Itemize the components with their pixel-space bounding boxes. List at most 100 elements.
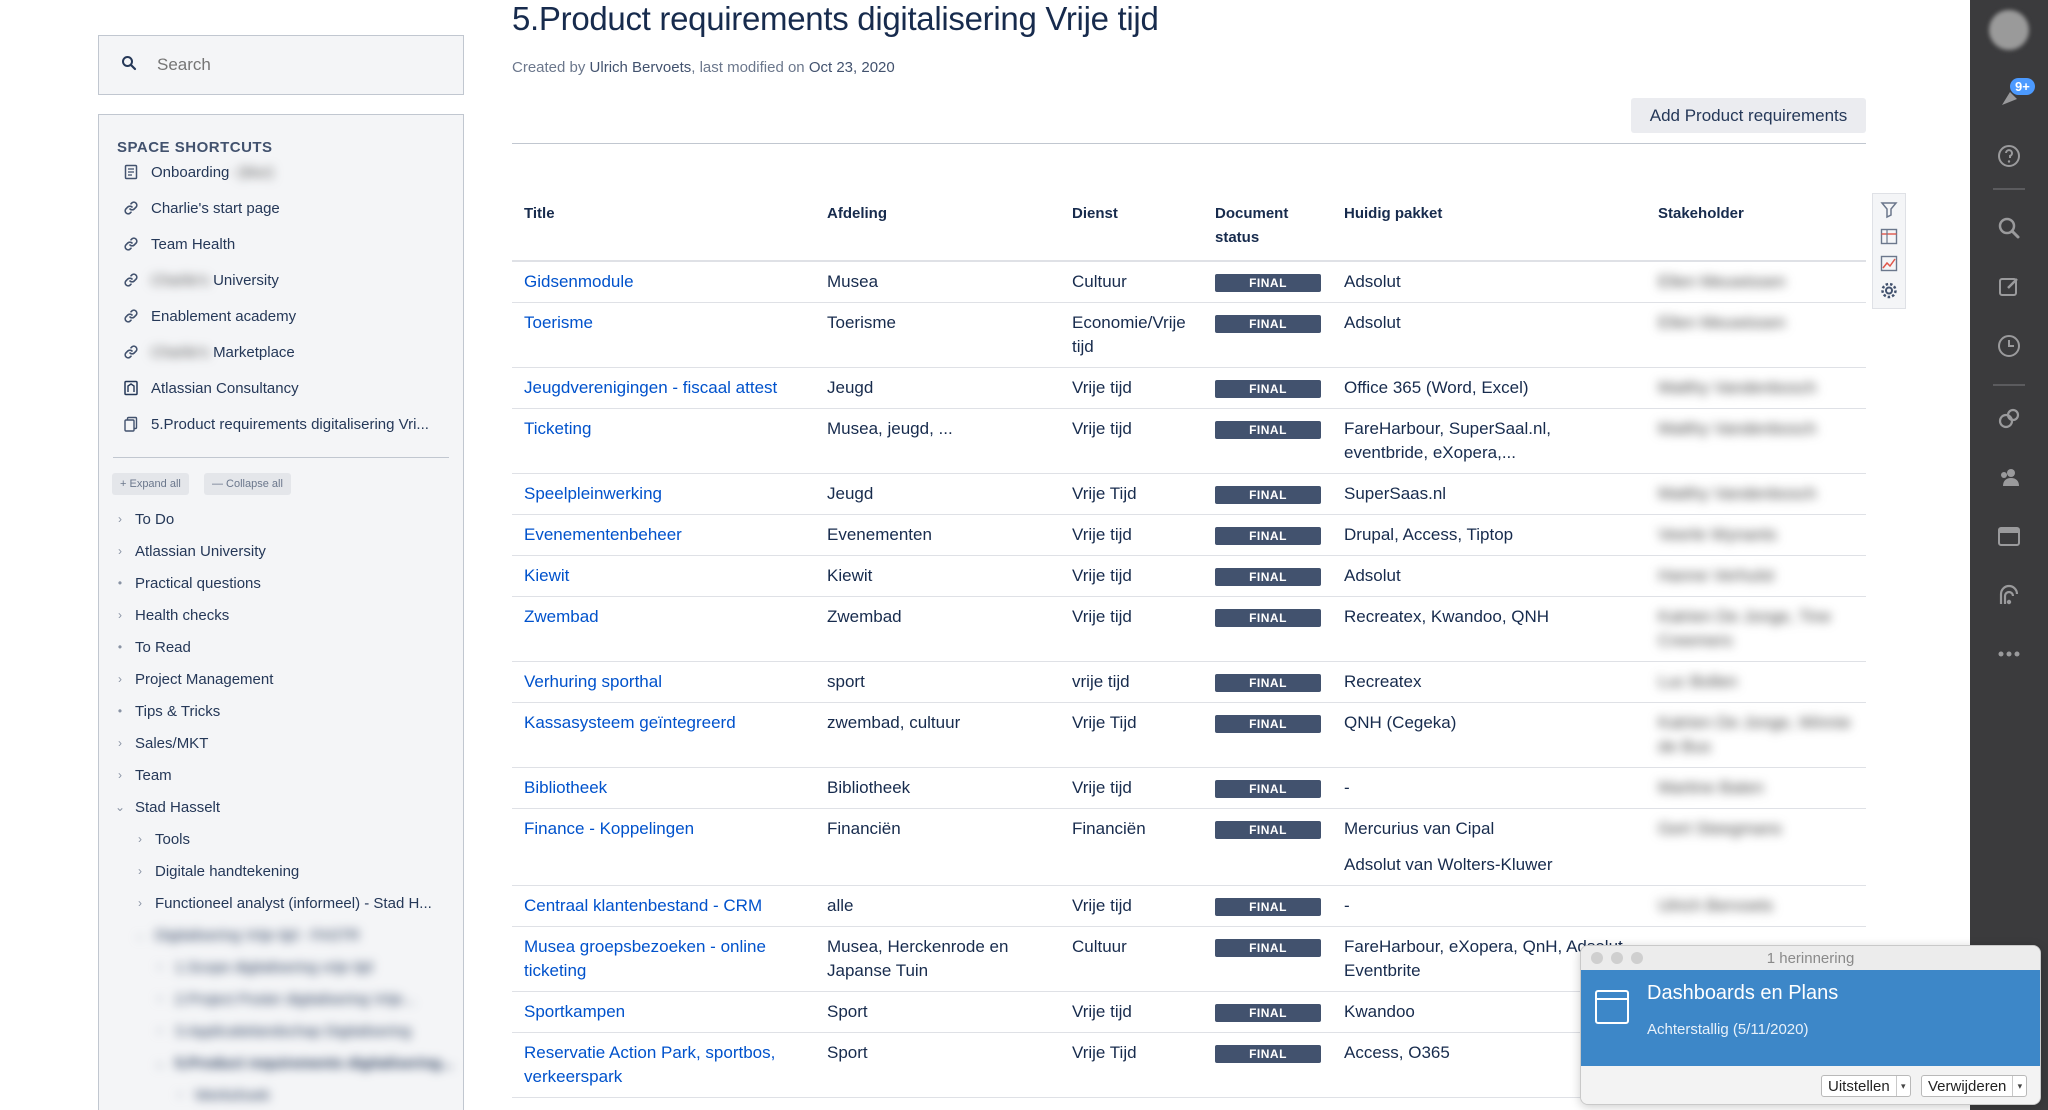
column-header-afdeling[interactable]: Afdeling bbox=[815, 188, 1060, 262]
table-settings-icon[interactable] bbox=[1879, 227, 1899, 246]
search-input[interactable] bbox=[157, 55, 437, 75]
tree-item-to-do[interactable]: › To Do bbox=[113, 506, 174, 532]
create-icon[interactable] bbox=[1993, 270, 2025, 302]
table-row: Centraal klantenbestand - CRM alle Vrije t… bbox=[512, 885, 1866, 927]
calendar-icon[interactable] bbox=[1993, 520, 2025, 552]
tree-item-project-management[interactable]: › Project Management bbox=[113, 666, 273, 692]
help-icon[interactable] bbox=[1993, 140, 2025, 172]
chevron-right-icon[interactable]: › bbox=[113, 736, 127, 750]
chevron-down-icon[interactable]: ▾ bbox=[2012, 1076, 2026, 1096]
tree-item-project-poster[interactable]: • 2.Project Poster digitalisering Vrije..… bbox=[153, 986, 416, 1012]
people-icon[interactable] bbox=[1993, 462, 2025, 494]
page-link[interactable]: Musea groepsbezoeken - online ticketing bbox=[524, 937, 766, 980]
chevron-right-icon[interactable]: › bbox=[113, 544, 127, 558]
page-link[interactable]: Reservatie Action Park, sportbos, verkee… bbox=[524, 1043, 775, 1086]
table-row: Gidsenmodule Musea Cultuur FINAL Adsolut Elle… bbox=[512, 261, 1866, 303]
column-header-huidig-pakket[interactable]: Huidig pakket bbox=[1332, 188, 1646, 262]
chevron-down-icon[interactable]: ▾ bbox=[1895, 1076, 1910, 1096]
chevron-down-icon[interactable]: ⌄ bbox=[113, 800, 127, 814]
snooze-button[interactable]: Uitstellen ▾ bbox=[1821, 1075, 1911, 1097]
tree-item-practical-questions[interactable]: • Practical questions bbox=[113, 570, 261, 596]
shortcut-product-requirements[interactable]: 5.Product requirements digitalisering Vr… bbox=[123, 409, 429, 439]
feedback-icon[interactable] bbox=[1993, 403, 2025, 435]
collapse-all-button[interactable]: — Collapse all bbox=[204, 473, 291, 495]
chevron-right-icon[interactable]: › bbox=[113, 512, 127, 526]
page-link[interactable]: Sportkampen bbox=[524, 1002, 625, 1021]
page-link[interactable]: Gidsenmodule bbox=[524, 272, 634, 291]
column-header-document-status[interactable]: Document status bbox=[1203, 188, 1332, 262]
search-icon[interactable] bbox=[1993, 212, 2025, 244]
tree-item-stad-hasselt[interactable]: ⌄ Stad Hasselt bbox=[113, 794, 220, 820]
chart-icon[interactable] bbox=[1879, 254, 1899, 273]
gear-icon[interactable] bbox=[1879, 281, 1899, 300]
cell-stakeholder: Veerle Wynants bbox=[1646, 514, 1866, 556]
tree-item-functioneel-analyst[interactable]: › Functioneel analyst (informeel) - Stad … bbox=[133, 890, 432, 916]
page-link[interactable]: Kassasysteem geïntegreerd bbox=[524, 713, 736, 732]
chevron-right-icon[interactable]: › bbox=[113, 672, 127, 686]
chevron-right-icon[interactable]: › bbox=[133, 896, 147, 910]
page-link[interactable]: Jeugdverenigingen - fiscaal attest bbox=[524, 378, 777, 397]
pakket-value: Adsolut bbox=[1344, 566, 1401, 585]
page-link[interactable]: Bibliotheek bbox=[524, 778, 607, 797]
column-header-dienst[interactable]: Dienst bbox=[1060, 188, 1203, 262]
page-link[interactable]: Finance - Koppelingen bbox=[524, 819, 694, 838]
add-product-requirements-button[interactable]: Add Product requirements bbox=[1631, 98, 1866, 133]
tree-item-scope[interactable]: • 1.Scope digitalisering vrije tijd bbox=[153, 954, 373, 980]
recent-icon[interactable] bbox=[1993, 330, 2025, 362]
tree-item-sales-mkt[interactable]: › Sales/MKT bbox=[113, 730, 208, 756]
page-link[interactable]: Kiewit bbox=[524, 566, 569, 585]
cell-stakeholder: Ellen Meuwissen bbox=[1646, 302, 1866, 368]
page-link[interactable]: Ticketing bbox=[524, 419, 591, 438]
chevron-right-icon[interactable]: › bbox=[113, 608, 127, 622]
status-badge: FINAL bbox=[1215, 380, 1321, 398]
cell-title: Gidsenmodule bbox=[512, 261, 815, 303]
chevron-right-icon[interactable]: › bbox=[113, 768, 127, 782]
shortcut-marketplace[interactable]: Charlie's Marketplace bbox=[123, 337, 295, 367]
shortcut-university[interactable]: Charlie's University bbox=[123, 265, 279, 295]
author-link[interactable]: Ulrich Bervoets bbox=[590, 59, 692, 76]
avatar[interactable] bbox=[1989, 10, 2029, 50]
shortcut-atlassian-consultancy[interactable]: Atlassian Consultancy bbox=[123, 373, 299, 403]
tree-item-digitale-handtekening[interactable]: › Digitale handtekening bbox=[133, 858, 299, 884]
sidebar-search[interactable] bbox=[98, 35, 464, 95]
cell-stakeholder: Ulrich Bervoets bbox=[1646, 885, 1866, 927]
search-icon bbox=[121, 55, 137, 76]
chevron-right-icon[interactable]: › bbox=[133, 832, 147, 846]
tree-item-digitalisering[interactable]: ⌄ Digitalisering Vrije tijd - FASTR bbox=[133, 922, 360, 948]
chevron-down-icon[interactable]: ⌄ bbox=[133, 928, 147, 942]
column-header-title[interactable]: Title bbox=[512, 188, 815, 262]
analytics-icon[interactable] bbox=[1993, 580, 2025, 612]
tree-item-tips-tricks[interactable]: • Tips & Tricks bbox=[113, 698, 220, 724]
page-link[interactable]: Toerisme bbox=[524, 313, 593, 332]
expand-all-button[interactable]: + Expand all bbox=[112, 473, 189, 495]
tree-item-atlassian-university[interactable]: › Atlassian University bbox=[113, 538, 266, 564]
tree-item-team[interactable]: › Team bbox=[113, 762, 172, 788]
reminder-item[interactable]: Dashboards en Plans Achterstallig (5/11/… bbox=[1581, 970, 2040, 1066]
chevron-right-icon[interactable]: › bbox=[133, 864, 147, 878]
filter-icon[interactable] bbox=[1879, 200, 1899, 219]
tree-item-applicatielandschap[interactable]: • 3.Applicatielandschap Digitalisering bbox=[153, 1018, 411, 1044]
page-link[interactable]: Speelpleinwerking bbox=[524, 484, 662, 503]
shortcut-charlies-start-page[interactable]: Charlie's start page bbox=[123, 193, 280, 223]
tree-item-health-checks[interactable]: › Health checks bbox=[113, 602, 229, 628]
shortcut-enablement-academy[interactable]: Enablement academy bbox=[123, 301, 296, 331]
cell-afdeling: Musea bbox=[815, 261, 1060, 303]
pakket-value: Drupal, Access, Tiptop bbox=[1344, 525, 1514, 544]
tree-item-product-requirements[interactable]: ⌄ 5.Product requirements digitalisering..… bbox=[153, 1050, 453, 1076]
more-icon[interactable] bbox=[1993, 638, 2025, 670]
page-link[interactable]: Zwembad bbox=[524, 607, 599, 626]
shortcut-onboarding[interactable]: Onboarding - (blur) bbox=[123, 157, 274, 187]
column-header-stakeholder[interactable]: Stakeholder bbox=[1646, 188, 1866, 262]
tree-item-tools[interactable]: › Tools bbox=[133, 826, 190, 852]
tree-item-werkshoek[interactable]: • Werkshoek bbox=[173, 1082, 270, 1108]
stakeholder-value: Martine Baten bbox=[1658, 778, 1764, 797]
shortcut-team-health[interactable]: Team Health bbox=[123, 229, 235, 259]
tree-item-to-read[interactable]: • To Read bbox=[113, 634, 191, 660]
modified-date-link[interactable]: Oct 23, 2020 bbox=[809, 59, 895, 76]
delete-button[interactable]: Verwijderen ▾ bbox=[1921, 1075, 2028, 1097]
page-link[interactable]: Evenementenbeheer bbox=[524, 525, 682, 544]
chevron-down-icon[interactable]: ⌄ bbox=[153, 1056, 167, 1070]
table-row: Jeugdverenigingen - fiscaal attest Jeugd V… bbox=[512, 367, 1866, 409]
page-link[interactable]: Verhuring sporthal bbox=[524, 672, 662, 691]
page-link[interactable]: Centraal klantenbestand - CRM bbox=[524, 896, 762, 915]
